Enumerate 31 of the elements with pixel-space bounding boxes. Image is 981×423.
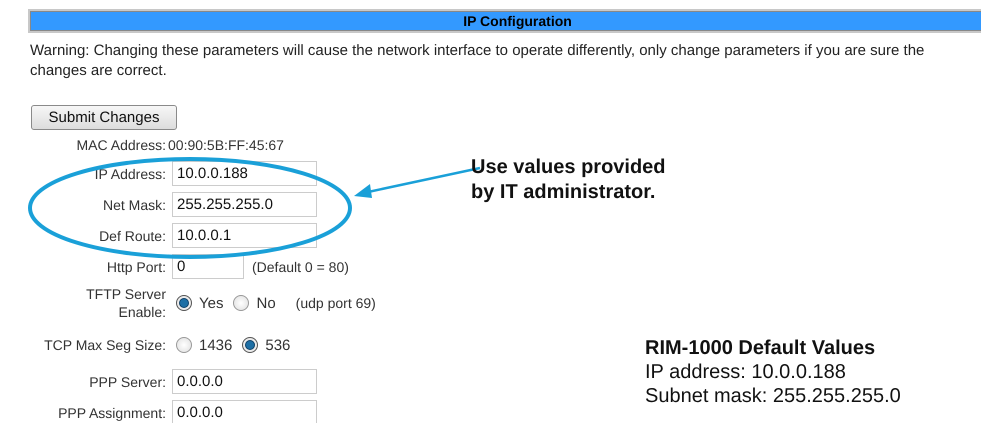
radio-button[interactable] [242, 337, 258, 353]
submit-changes-button[interactable]: Submit Changes [31, 105, 177, 130]
radio-label: No [256, 294, 276, 312]
defaults-title: RIM-1000 Default Values [645, 336, 876, 360]
input-field[interactable]: 10.0.0.188 [172, 161, 317, 186]
field-label: Def Route: [98, 226, 167, 244]
field-label: TCP Max Seg Size: [43, 336, 167, 354]
input-field[interactable]: 10.0.0.1 [172, 223, 317, 248]
field-label: Net Mask: [102, 196, 167, 214]
field-label: PPP Assignment: [57, 404, 167, 422]
radio-label: 1436 [199, 336, 232, 354]
input-field[interactable]: 0.0.0.0 [172, 400, 317, 423]
callout-text: Use values provided by IT administrator. [471, 155, 666, 205]
section-header: IP Configuration [28, 9, 981, 33]
field-value: 00:90:5B:FF:45:67 [168, 137, 284, 153]
field-note: (Default 0 = 80) [252, 258, 349, 274]
field-note: (udp port 69) [296, 295, 376, 311]
field-label: Http Port: [106, 258, 167, 276]
radio-button[interactable] [176, 295, 192, 311]
field-label: IP Address: [94, 164, 167, 182]
warning-text: Warning: Changing these parameters will cause the network interface to operate differently, only change parameters if you are sure the changes are correct. [30, 41, 926, 81]
field-label: PPP Server: [88, 372, 167, 390]
radio-button[interactable] [233, 295, 250, 311]
input-field[interactable]: 255.255.255.0 [172, 192, 317, 217]
field-label: TFTP Server Enable: [85, 285, 167, 321]
defaults-line: IP address: 10.0.0.188 [645, 360, 847, 384]
defaults-line: Subnet mask: 255.255.255.0 [645, 384, 901, 408]
radio-label: 536 [265, 336, 290, 354]
radio-button[interactable] [176, 337, 192, 353]
input-field[interactable]: 0.0.0.0 [172, 369, 317, 394]
radio-label: Yes [199, 294, 224, 312]
